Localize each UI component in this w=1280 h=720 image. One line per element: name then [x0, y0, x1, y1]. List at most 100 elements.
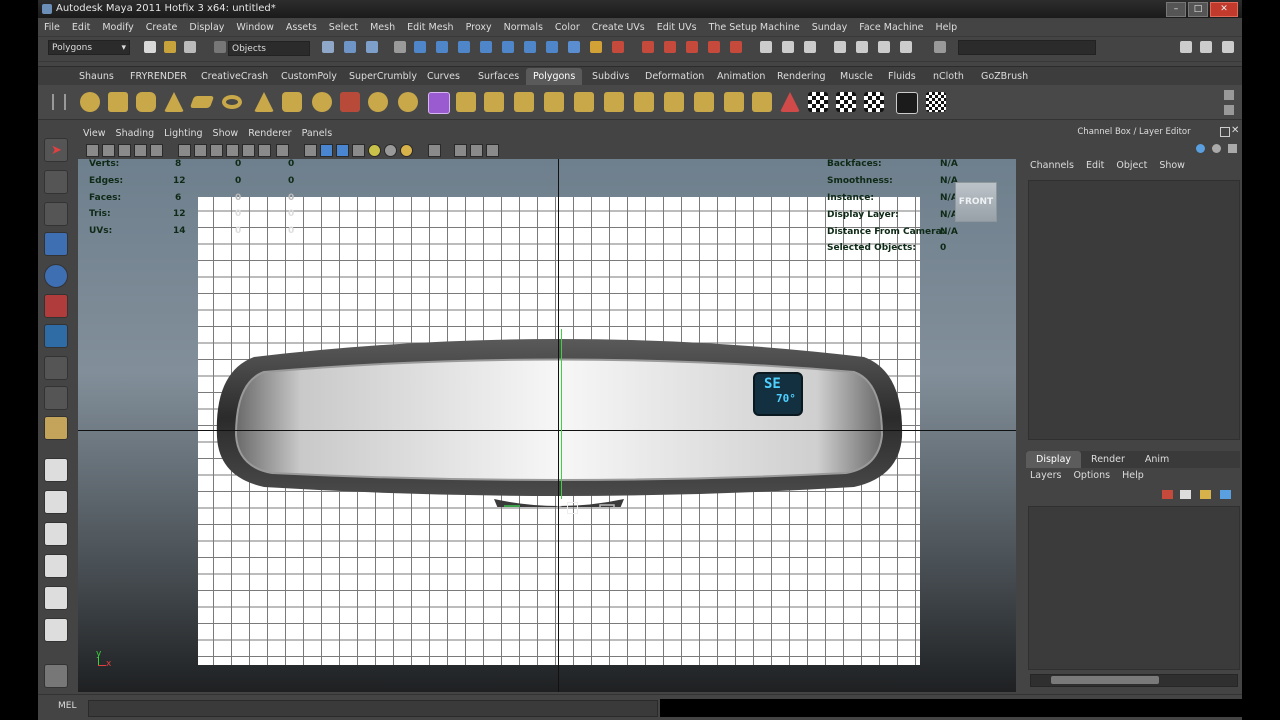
command-input[interactable] — [88, 700, 658, 717]
show-manipulator-icon[interactable] — [44, 386, 68, 410]
panel-menu-show[interactable]: Show — [208, 128, 244, 139]
menu-create-uvs[interactable]: Create UVs — [586, 22, 651, 33]
camera-attributes-icon[interactable] — [102, 144, 115, 157]
menu-edit-mesh[interactable]: Edit Mesh — [401, 22, 459, 33]
xray-components-icon[interactable] — [486, 144, 499, 157]
persp-graph-hypergraph-layout-icon[interactable] — [44, 618, 68, 642]
persp-graph-layout-icon[interactable] — [44, 554, 68, 578]
soft-modification-icon[interactable] — [44, 356, 68, 380]
insert-edge-loop-icon[interactable] — [574, 92, 594, 112]
new-scene-icon[interactable] — [144, 41, 156, 53]
smooth-shade-icon[interactable] — [320, 144, 333, 157]
shelf-tab-gozbrush[interactable]: GoZBrush — [981, 68, 1028, 85]
menu-face-machine[interactable]: Face Machine — [853, 22, 929, 33]
bevel-icon[interactable] — [634, 92, 654, 112]
menu-file[interactable]: File — [38, 22, 66, 33]
shelf-tab-curves[interactable]: Curves — [427, 68, 460, 85]
select-tool-icon[interactable]: ➤ — [44, 138, 68, 162]
shelf-tab-creativecrash[interactable]: CreativeCrash — [201, 68, 268, 85]
channel-options-icon[interactable] — [1212, 144, 1221, 153]
shelf-tab-shauns[interactable]: Shauns — [79, 68, 114, 85]
safe-title-icon[interactable] — [276, 144, 289, 157]
grid-toggle-icon[interactable] — [178, 144, 191, 157]
channels-menu-object[interactable]: Object — [1116, 160, 1147, 171]
history-icon[interactable] — [546, 41, 558, 53]
snap-grid-icon[interactable] — [414, 41, 426, 53]
shelf-scroll-down-icon[interactable] — [1224, 105, 1234, 115]
offset-edge-loop-icon[interactable] — [604, 92, 624, 112]
panel-layout-two-icon[interactable] — [1200, 41, 1212, 53]
snap-curve-icon[interactable] — [436, 41, 448, 53]
mask-icon[interactable] — [394, 41, 406, 53]
shelf-tab-fryrender[interactable]: FRYRENDER — [130, 68, 187, 85]
select-by-object-icon[interactable] — [344, 41, 356, 53]
extrude-icon[interactable] — [456, 92, 476, 112]
quick-select-field[interactable] — [958, 40, 1096, 55]
xray-icon[interactable] — [454, 144, 467, 157]
shelf-tab-polygons[interactable]: Polygons — [526, 68, 583, 85]
bridge-icon[interactable] — [484, 92, 504, 112]
checker-texture-icon[interactable] — [926, 92, 946, 112]
bookmarks-icon[interactable] — [118, 144, 131, 157]
shelf-tab-subdivs[interactable]: Subdivs — [592, 68, 629, 85]
selection-mode-icon[interactable] — [214, 41, 226, 53]
marking-menu-icon[interactable] — [44, 664, 68, 688]
hypershade-icon[interactable] — [708, 41, 720, 53]
menu-color[interactable]: Color — [549, 22, 586, 33]
merge-icon[interactable] — [664, 92, 684, 112]
channels-menu-channels[interactable]: Channels — [1030, 160, 1074, 171]
close-panel-icon[interactable]: ✕ — [1231, 125, 1239, 136]
channel-box-area[interactable] — [1028, 180, 1240, 440]
four-view-layout-icon[interactable] — [44, 490, 68, 514]
pin-icon[interactable] — [1196, 144, 1205, 153]
wedge-icon[interactable] — [694, 92, 714, 112]
select-by-hierarchy-icon[interactable] — [322, 41, 334, 53]
layers-menu-layers[interactable]: Layers — [1030, 470, 1061, 481]
poly-cone-icon[interactable] — [164, 92, 184, 112]
menu-edit-uvs[interactable]: Edit UVs — [651, 22, 703, 33]
menu-help[interactable]: Help — [930, 22, 964, 33]
image-plane-icon[interactable] — [134, 144, 147, 157]
sculpt-icon[interactable] — [780, 92, 800, 112]
scrollbar-thumb[interactable] — [1051, 676, 1159, 684]
shelf-tab-ncloth[interactable]: nCloth — [933, 68, 964, 85]
float-panel-icon[interactable] — [1220, 127, 1230, 137]
shelf-tab-muscle[interactable]: Muscle — [840, 68, 873, 85]
split-polygon-icon[interactable] — [544, 92, 564, 112]
shelf-tab-rendering[interactable]: Rendering — [777, 68, 826, 85]
shelf-tab-fluids[interactable]: Fluids — [888, 68, 916, 85]
poly-pipe-icon[interactable] — [282, 92, 302, 112]
channels-menu-edit[interactable]: Edit — [1086, 160, 1104, 171]
render-current-frame-icon[interactable] — [642, 41, 654, 53]
persp-outliner-layout-icon[interactable] — [44, 522, 68, 546]
wireframe-icon[interactable] — [304, 144, 317, 157]
two-d-pan-zoom-icon[interactable] — [150, 144, 163, 157]
high-quality-icon[interactable] — [400, 144, 413, 157]
append-polygon-icon[interactable] — [514, 92, 534, 112]
menu-setup-machine[interactable]: The Setup Machine — [703, 22, 806, 33]
lasso-tool-icon[interactable] — [44, 170, 68, 194]
shelf-tab-deformation[interactable]: Deformation — [645, 68, 704, 85]
front-viewport[interactable]: SE 70° Verts: 8 0 0 Edges: 12 0 0 Faces:… — [78, 159, 1016, 692]
command-language-label[interactable]: MEL — [58, 701, 76, 711]
menu-assets[interactable]: Assets — [280, 22, 323, 33]
shelf-tab-supercrumbly[interactable]: SuperCrumbly — [349, 68, 417, 85]
shelf-menu-icon[interactable] — [52, 94, 66, 110]
shelf-tab-surfaces[interactable]: Surfaces — [478, 68, 519, 85]
move-layer-down-icon[interactable] — [1220, 490, 1231, 499]
field-chart-icon[interactable] — [242, 144, 255, 157]
menu-select[interactable]: Select — [323, 22, 364, 33]
new-layer-icon[interactable] — [1162, 490, 1173, 499]
panel-menu-shading[interactable]: Shading — [111, 128, 160, 139]
checker-icon[interactable] — [808, 92, 828, 112]
snap-surface-icon[interactable] — [502, 41, 514, 53]
menu-create[interactable]: Create — [140, 22, 184, 33]
open-scene-icon[interactable] — [164, 41, 176, 53]
menu-edit[interactable]: Edit — [66, 22, 96, 33]
gate-mask-icon[interactable] — [226, 144, 239, 157]
menu-sunday[interactable]: Sunday — [806, 22, 854, 33]
layer-editor-icon[interactable] — [900, 41, 912, 53]
rename-icon[interactable] — [782, 41, 794, 53]
safe-action-icon[interactable] — [258, 144, 271, 157]
tool-settings-icon[interactable] — [834, 41, 846, 53]
